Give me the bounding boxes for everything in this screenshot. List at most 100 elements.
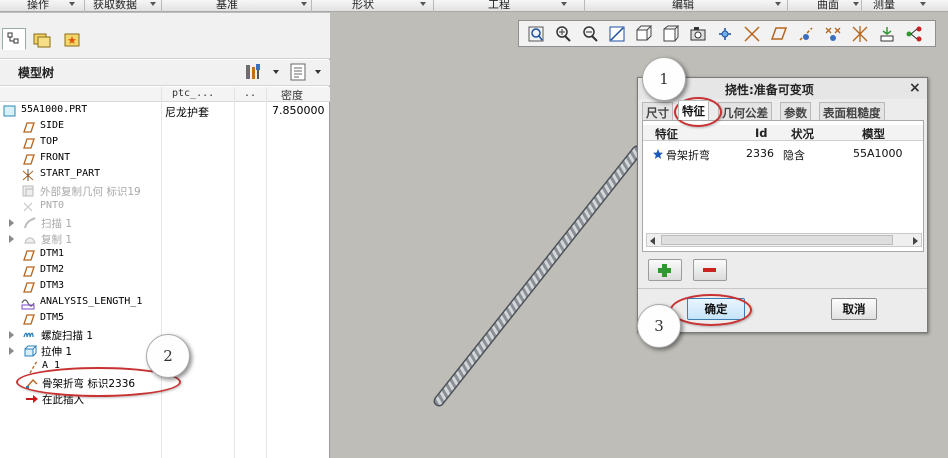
column-header-status[interactable]: 状况 xyxy=(791,126,814,142)
features-list-header: 特征 Id 状况 模型 xyxy=(643,125,923,141)
tree-item-label: START_PART xyxy=(40,168,101,179)
tree-item-label: 复制 1 xyxy=(41,234,73,246)
horizontal-scrollbar[interactable] xyxy=(646,233,922,247)
view-manager-button[interactable] xyxy=(688,24,708,44)
display-style-button[interactable] xyxy=(634,24,654,44)
annotation-display-toggle[interactable] xyxy=(877,24,897,44)
tab-geometric-tolerances[interactable]: 几何公差 xyxy=(718,102,772,120)
tab-folder-browser[interactable] xyxy=(30,28,54,50)
datum-points-toggle[interactable] xyxy=(742,24,762,44)
flexibility-dialog: 挠性:准备可变项 × 尺寸 特征 几何公差 参数 表面粗糙度 特征 Id 状况 … xyxy=(637,77,928,333)
datum-planes-toggle[interactable] xyxy=(769,24,789,44)
tree-item-start-part[interactable]: START_PART xyxy=(0,167,330,183)
menu-divider xyxy=(161,0,162,12)
tree-item-copy[interactable]: 复制 1 xyxy=(0,231,330,247)
insert-arrow-icon xyxy=(26,395,38,403)
tree-item-side[interactable]: SIDE xyxy=(0,119,330,135)
tree-item-front[interactable]: FRONT xyxy=(0,151,330,167)
menu-surfaces[interactable]: 曲面 xyxy=(817,0,839,12)
tree-item-dtm3[interactable]: DTM3 xyxy=(0,279,330,295)
csys-display-toggle[interactable] xyxy=(850,24,870,44)
tree-item-label: PNT0 xyxy=(40,200,65,211)
menu-divider xyxy=(787,0,788,12)
tree-item-dtm1[interactable]: DTM1 xyxy=(0,247,330,263)
tree-item-part[interactable]: 55A1000.PRT 尼龙护套 7.850000 xyxy=(0,103,330,119)
cell-status: 隐含 xyxy=(783,149,805,162)
point-display-icon xyxy=(825,27,841,41)
tree-item-label: SIDE xyxy=(40,120,65,131)
datum-planes-icon xyxy=(770,27,788,40)
annotation-icon xyxy=(880,27,894,42)
menu-engineering[interactable]: 工程 xyxy=(488,0,510,12)
tree-item-label: DTM2 xyxy=(40,264,65,275)
menu-shapes[interactable]: 形状 xyxy=(352,0,374,12)
tree-cell-density: 7.850000 xyxy=(272,104,325,117)
zoom-in-button[interactable] xyxy=(553,24,573,44)
remove-feature-button[interactable] xyxy=(693,259,727,281)
add-feature-button[interactable] xyxy=(648,259,682,281)
refit-button[interactable] xyxy=(526,24,546,44)
menu-get-data[interactable]: 获取数据 xyxy=(93,0,137,12)
saved-views-button[interactable] xyxy=(661,24,681,44)
menu-divider xyxy=(433,0,434,12)
cell-feature: 骨架折弯 xyxy=(666,149,710,162)
close-icon[interactable]: × xyxy=(909,80,921,96)
tree-item-pnt0[interactable]: PNT0 xyxy=(0,199,330,215)
scroll-left-icon[interactable] xyxy=(650,237,655,245)
column-header-model[interactable]: 模型 xyxy=(862,126,885,142)
column-header-dots[interactable]: .. xyxy=(244,88,256,99)
tab-features[interactable]: 特征 xyxy=(678,100,709,120)
column-header-density[interactable]: 密度 xyxy=(281,87,303,103)
extrude-icon xyxy=(24,345,37,357)
menu-datum[interactable]: 基准 xyxy=(216,0,238,12)
zoom-out-button[interactable] xyxy=(580,24,600,44)
menu-divider xyxy=(584,0,585,12)
scroll-right-icon[interactable] xyxy=(913,237,918,245)
tab-favorites[interactable] xyxy=(60,28,84,50)
menu-divider xyxy=(311,0,312,12)
tree-cell-ptc: 尼龙护套 xyxy=(165,106,209,119)
expand-arrow-icon[interactable] xyxy=(9,347,14,355)
tree-item-label: DTM3 xyxy=(40,280,65,291)
camera-icon xyxy=(690,27,706,41)
column-header-feature[interactable]: 特征 xyxy=(655,126,678,142)
menu-divider xyxy=(861,0,862,12)
tab-surface-finish[interactable]: 表面粗糙度 xyxy=(819,102,885,120)
tree-item-top[interactable]: TOP xyxy=(0,135,330,151)
point-display-toggle[interactable] xyxy=(823,24,843,44)
tree-item-external-copy[interactable]: 外部复制几何 标识19 xyxy=(0,183,330,199)
column-header-id[interactable]: Id xyxy=(755,126,768,140)
expand-arrow-icon[interactable] xyxy=(9,219,14,227)
cancel-button[interactable]: 取消 xyxy=(831,298,877,320)
expand-arrow-icon[interactable] xyxy=(9,331,14,339)
scrollbar-thumb[interactable] xyxy=(661,235,893,245)
graph-display-toggle[interactable] xyxy=(904,24,924,44)
minus-icon xyxy=(703,268,716,272)
spin-center-icon xyxy=(719,28,731,40)
chevron-down-icon[interactable] xyxy=(315,70,321,74)
datum-axes-toggle[interactable] xyxy=(796,24,816,44)
spin-center-button[interactable] xyxy=(715,24,735,44)
menu-measure[interactable]: 测量 xyxy=(873,0,895,12)
show-menu-button[interactable] xyxy=(288,62,308,82)
expand-arrow-icon[interactable] xyxy=(9,235,14,243)
tab-model-tree[interactable] xyxy=(2,28,26,50)
dialog-title: 挠性:准备可变项 xyxy=(725,83,814,97)
callout-step-2: 2 xyxy=(146,334,190,378)
tree-item-sweep[interactable]: 扫描 1 xyxy=(0,215,330,231)
tree-item-analysis[interactable]: ANALYSIS_LENGTH_1 xyxy=(0,295,330,311)
features-list: 特征 Id 状况 模型 骨架折弯 2336 隐含 55A1000 xyxy=(642,120,924,252)
menu-operations[interactable]: 操作 xyxy=(27,0,49,12)
tab-parameters[interactable]: 参数 xyxy=(780,102,811,120)
saved-views-icon xyxy=(663,25,680,42)
folder-icon xyxy=(33,33,51,48)
tree-item-dtm2[interactable]: DTM2 xyxy=(0,263,330,279)
tree-item-dtm5[interactable]: DTM5 xyxy=(0,311,330,327)
column-header-ptc[interactable]: ptc_... xyxy=(172,88,214,99)
callout-step-1: 1 xyxy=(642,57,686,101)
settings-button[interactable] xyxy=(243,62,263,82)
chevron-down-icon[interactable] xyxy=(273,70,279,74)
repaint-button[interactable] xyxy=(607,24,627,44)
menu-edit[interactable]: 编辑 xyxy=(672,0,694,12)
tab-dimensions[interactable]: 尺寸 xyxy=(642,102,673,120)
